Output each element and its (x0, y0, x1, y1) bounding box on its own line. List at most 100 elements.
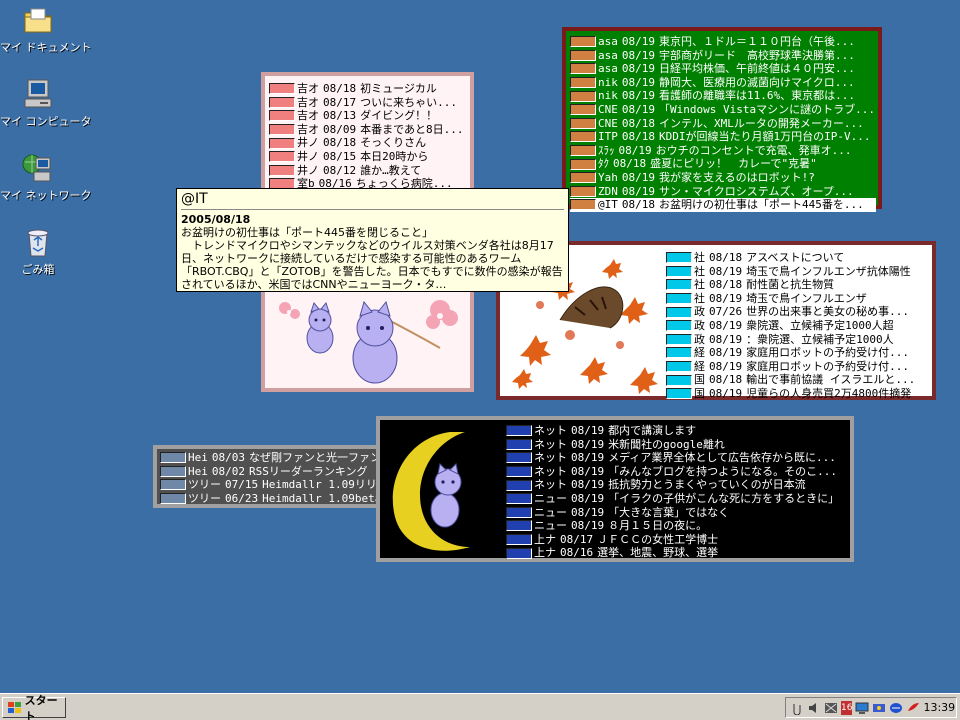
rss-reader-tray-icon[interactable] (872, 701, 886, 715)
news-item[interactable]: 社 08/18 アスベストについて (666, 251, 932, 265)
monitor-tray-icon[interactable] (855, 701, 869, 715)
news-item[interactable]: ネット 08/19 米新聞社のgoogle離れ (506, 438, 850, 452)
news-item[interactable]: ネット 08/19 抵抗勢力とうまくやっていくのが日本流 (506, 478, 850, 492)
unread-indicator (570, 90, 596, 102)
volume-icon[interactable] (807, 701, 821, 715)
news-item-source: 上ナ (534, 532, 556, 546)
news-item[interactable]: ニュー 08/19 ８月１５日の夜に。 (506, 519, 850, 533)
news-item[interactable]: asa 08/19 日経平均株価、午前終値は４０円安... (570, 62, 876, 76)
news-item-source: 井ノ (297, 163, 319, 177)
news-item-date: 08/13 (323, 109, 357, 123)
news-item-title: 本日20時から (360, 149, 429, 163)
news-item[interactable]: ネット 08/19 都内で講演します (506, 424, 850, 438)
news-item[interactable]: 政 08/19 ：衆院選、立候補予定1000人 (666, 333, 932, 347)
news-item[interactable]: nik 08/19 静岡大、医療用の滅菌向けマイクロ... (570, 76, 876, 90)
desktop-icon-my-network[interactable]: マイ ネットワーク (0, 152, 92, 203)
unread-indicator (269, 164, 295, 176)
news-item[interactable]: nik 08/19 看護師の離職率は11.6%、東京都は... (570, 89, 876, 103)
unread-indicator (666, 293, 692, 305)
news-item[interactable]: 井ノ 08/15 本日20時から (269, 150, 469, 164)
paperclip-icon[interactable] (790, 701, 804, 715)
news-item-source: nik (598, 89, 618, 103)
news-item[interactable]: ﾀｸ 08/18 盛夏にピリッ！ カレーで"克暑" (570, 157, 876, 171)
computer-icon (22, 78, 54, 110)
news-item-source: 上ナ (534, 546, 556, 560)
news-item-title: インテル、XMLルータの開発メーカー... (659, 116, 864, 130)
news-item-source: ITP (598, 130, 618, 144)
calendar-badge-icon[interactable]: 16 (841, 700, 853, 715)
news-item[interactable]: Yah 08/19 我が家を支えるのはロボット!? (570, 171, 876, 185)
news-item-date: 08/19 (621, 170, 655, 184)
news-item[interactable]: CNE 08/18 インテル、XMLルータの開発メーカー... (570, 117, 876, 131)
news-item-title: 宇部商がリード 高校野球準決勝第... (659, 48, 855, 62)
news-item-source: 吉オ (297, 82, 319, 95)
news-item[interactable]: 社 08/19 埼玉で鳥インフルエンザ抗体陽性 (666, 265, 932, 279)
news-item[interactable]: 吉オ 08/17 ついに来ちゃい... (269, 96, 469, 110)
news-item-title: KDDIが回線当たり月額1万円台のIP-V... (659, 130, 871, 144)
news-item-title: おウチのコンセントで充電、発車オ... (655, 143, 852, 157)
news-item-date: 08/19 (571, 491, 605, 505)
news-item[interactable]: 経 08/19 家庭用ロボットの予約受け付... (666, 360, 932, 374)
news-item[interactable]: 上ナ 08/16 選挙、地震、野球、選挙 (506, 546, 850, 560)
desktop-icon-recycle-bin[interactable]: ごみ箱 (0, 226, 76, 277)
news-item[interactable]: 社 08/18 耐性菌と抗生物質 (666, 278, 932, 292)
news-item[interactable]: 国 08/19 児童らの人身売買2万4800件摘発 (666, 387, 932, 401)
news-item[interactable]: 井ノ 08/18 そっくりさん (269, 136, 469, 150)
news-item[interactable]: ZDN 08/19 サン・マイクロシステムズ、オープ... (570, 185, 876, 199)
news-item[interactable]: 国 08/18 輸出で事前協議 イスラエルと... (666, 373, 932, 387)
unread-indicator (570, 104, 596, 116)
news-item[interactable]: 上ナ 08/17 ＪＦＣＣの女性工学博士 (506, 533, 850, 547)
unread-indicator (666, 374, 692, 386)
news-item[interactable]: @IT 08/18 お盆明けの初仕事は「ポート445番を... (570, 198, 876, 212)
network-tray-icon[interactable] (824, 701, 838, 715)
news-item[interactable]: asa 08/19 宇部商がリード 高校野球準決勝第... (570, 49, 876, 63)
news-item[interactable]: CNE 08/19 「Windows Vistaマシンに謎のトラブ... (570, 103, 876, 117)
news-item-date: 08/18 (613, 157, 647, 171)
unread-indicator (269, 83, 295, 95)
news-item-title: 児童らの人身売買2万4800件摘発 (746, 386, 912, 400)
news-item-title: 我が家を支えるのはロボット!? (659, 170, 815, 184)
unread-indicator (506, 466, 532, 478)
news-item-title: 埼玉で鳥インフルエンザ (746, 291, 867, 305)
news-item-title: 埼玉で鳥インフルエンザ抗体陽性 (746, 264, 911, 278)
news-item[interactable]: 政 07/26 世界の出来事と美女の秘め事... (666, 305, 932, 319)
news-item-source: 経 (694, 346, 705, 360)
news-item[interactable]: 吉オ 08/09 本番まであと8日... (269, 123, 469, 137)
news-item[interactable]: 吉オ 08/18 初ミュージカル (269, 82, 469, 96)
news-item[interactable]: ニュー 08/19 「イラクの子供がこんな死に方をするときに」 (506, 492, 850, 506)
news-item[interactable]: 経 08/19 家庭用ロボットの予約受け付... (666, 346, 932, 360)
article-tooltip: @IT 2005/08/18 お盆明けの初仕事は「ポート445番を閉じること」 … (176, 188, 569, 292)
news-item-date: 08/12 (323, 163, 357, 177)
news-item[interactable]: ｽﾗｯ 08/19 おウチのコンセントで充電、発車オ... (570, 144, 876, 158)
news-item[interactable]: ニュー 08/19 「大きな言葉」ではなく (506, 506, 850, 520)
news-item-title: 東京円、１ドル＝１１０円台（午後... (659, 35, 855, 48)
news-item-source: ｽﾗｯ (598, 143, 615, 157)
news-item-title: 看護師の離職率は11.6%、東京都は... (659, 89, 855, 103)
news-item[interactable]: asa 08/19 東京円、１ドル＝１１０円台（午後... (570, 35, 876, 49)
news-item[interactable]: 政 08/19 衆院選、立候補予定1000人超 (666, 319, 932, 333)
news-item[interactable]: 吉オ 08/13 ダイビング！！ (269, 109, 469, 123)
network-icon (22, 152, 54, 184)
unread-indicator (160, 465, 186, 477)
desktop-icon-my-computer[interactable]: マイ コンピュータ (0, 78, 92, 129)
start-button[interactable]: スタート (2, 694, 66, 720)
unread-indicator (506, 547, 532, 559)
news-item[interactable]: ネット 08/19 メディア業界全体として広告依存から既に... (506, 451, 850, 465)
news-item[interactable]: ITP 08/18 KDDIが回線当たり月額1万円台のIP-V... (570, 130, 876, 144)
moon-cat-illustration (392, 432, 470, 551)
clock[interactable]: 13:39 (923, 701, 955, 714)
unread-indicator (570, 172, 596, 184)
unread-indicator (269, 110, 295, 122)
news-item-source: ネット (534, 437, 567, 451)
desktop-icon-my-documents[interactable]: マイ ドキュメント (0, 4, 92, 55)
news-item-title: 日経平均株価、午前終値は４０円安... (659, 62, 855, 76)
news-item-title: 盛夏にピリッ！ カレーで"克暑" (650, 157, 817, 171)
news-item[interactable]: ネット 08/19 「みんなブログを持つようになる。そのこ... (506, 465, 850, 479)
red-bird-icon[interactable] (906, 701, 920, 715)
news-item-date: 08/19 (709, 346, 743, 360)
rss-status-icon[interactable] (889, 701, 903, 715)
news-item-date: 08/19 (621, 184, 655, 198)
news-item[interactable]: 井ノ 08/12 誰か…教えて (269, 164, 469, 178)
news-item[interactable]: 社 08/19 埼玉で鳥インフルエンザ (666, 292, 932, 306)
unread-indicator (666, 388, 692, 400)
